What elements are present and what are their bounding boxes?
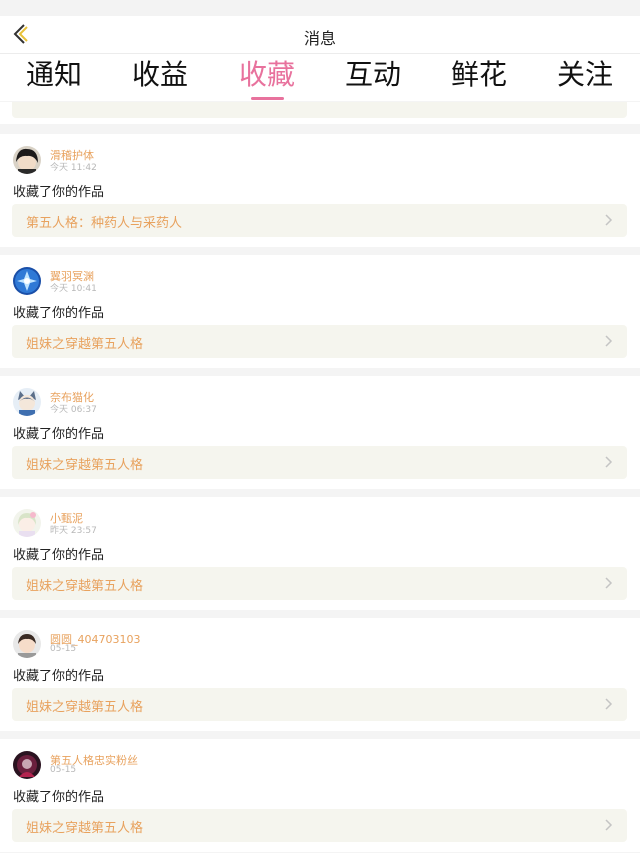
chevron-right-icon bbox=[605, 577, 613, 589]
work-title: 姐妹之穿越第五人格 bbox=[26, 579, 144, 594]
tab-follows[interactable]: 关注 bbox=[535, 58, 635, 92]
timestamp: 05-15 bbox=[50, 765, 77, 775]
dark-character-avatar-icon[interactable] bbox=[13, 751, 41, 779]
boy-photo-avatar-icon[interactable] bbox=[13, 630, 41, 658]
work-title: 姐妹之穿越第五人格 bbox=[26, 821, 144, 836]
action-text: 收藏了你的作品 bbox=[13, 185, 105, 200]
notification-card: 第五人格忠实粉丝 05-15 收藏了你的作品 姐妹之穿越第五人格 bbox=[0, 739, 640, 852]
tab-flowers[interactable]: 鲜花 bbox=[429, 58, 529, 92]
chevron-right-icon bbox=[605, 214, 613, 226]
timestamp: 05-15 bbox=[50, 644, 77, 654]
navigation-bar: 消息 bbox=[0, 16, 640, 54]
action-text: 收藏了你的作品 bbox=[13, 427, 105, 442]
timestamp: 今天 06:37 bbox=[50, 405, 97, 415]
notification-card: 滑稽护体 今天 11:42 收藏了你的作品 第五人格：种药人与采药人 bbox=[0, 134, 640, 247]
status-bar bbox=[0, 0, 640, 16]
action-text: 收藏了你的作品 bbox=[13, 306, 105, 321]
timestamp: 今天 10:41 bbox=[50, 284, 97, 294]
work-link[interactable]: 姐妹之穿越第五人格 bbox=[12, 567, 627, 600]
notification-card: 翼羽冥渊 今天 10:41 收藏了你的作品 姐妹之穿越第五人格 bbox=[0, 255, 640, 368]
timestamp: 今天 11:42 bbox=[50, 163, 97, 173]
tab-favorites[interactable]: 收藏 bbox=[217, 58, 317, 92]
work-link[interactable]: 姐妹之穿越第五人格 bbox=[12, 688, 627, 721]
work-link[interactable]: 姐妹之穿越第五人格 bbox=[12, 809, 627, 842]
chevron-right-icon bbox=[605, 335, 613, 347]
work-title: 姐妹之穿越第五人格 bbox=[26, 458, 144, 473]
blue-flower-avatar-icon[interactable] bbox=[13, 267, 41, 295]
active-tab-indicator bbox=[251, 97, 284, 100]
chevron-right-icon bbox=[605, 819, 613, 831]
tab-bar: 通知 收益 收藏 互动 鲜花 关注 bbox=[0, 54, 640, 101]
work-link[interactable]: 姐妹之穿越第五人格 bbox=[12, 446, 627, 479]
work-link[interactable]: 第五人格：种药人与采药人 bbox=[12, 204, 627, 237]
tab-notifications[interactable]: 通知 bbox=[4, 58, 104, 92]
tab-interactions[interactable]: 互动 bbox=[323, 58, 423, 92]
action-text: 收藏了你的作品 bbox=[13, 669, 105, 684]
page-title: 消息 bbox=[303, 29, 336, 48]
work-title: 姐妹之穿越第五人格 bbox=[26, 337, 144, 352]
notification-card: 小甄泥 昨天 23:57 收藏了你的作品 姐妹之穿越第五人格 bbox=[0, 497, 640, 610]
chevron-right-icon bbox=[605, 698, 613, 710]
chevron-right-icon bbox=[605, 456, 613, 468]
work-link[interactable]: 姐妹之穿越第五人格 bbox=[12, 325, 627, 358]
cat-character-avatar-icon[interactable] bbox=[13, 388, 41, 416]
previous-item-tail bbox=[0, 102, 640, 124]
notification-card: 圆圆_404703103 05-15 收藏了你的作品 姐妹之穿越第五人格 bbox=[0, 618, 640, 731]
tab-earnings[interactable]: 收益 bbox=[110, 58, 210, 92]
action-text: 收藏了你的作品 bbox=[13, 548, 105, 563]
notification-card: 奈布猫化 今天 06:37 收藏了你的作品 姐妹之穿越第五人格 bbox=[0, 376, 640, 489]
anime-girl-avatar-icon[interactable] bbox=[13, 509, 41, 537]
timestamp: 昨天 23:57 bbox=[50, 526, 97, 536]
work-title: 第五人格：种药人与采药人 bbox=[26, 216, 183, 231]
action-text: 收藏了你的作品 bbox=[13, 790, 105, 805]
dark-hair-avatar-icon[interactable] bbox=[13, 146, 41, 174]
work-title: 姐妹之穿越第五人格 bbox=[26, 700, 144, 715]
